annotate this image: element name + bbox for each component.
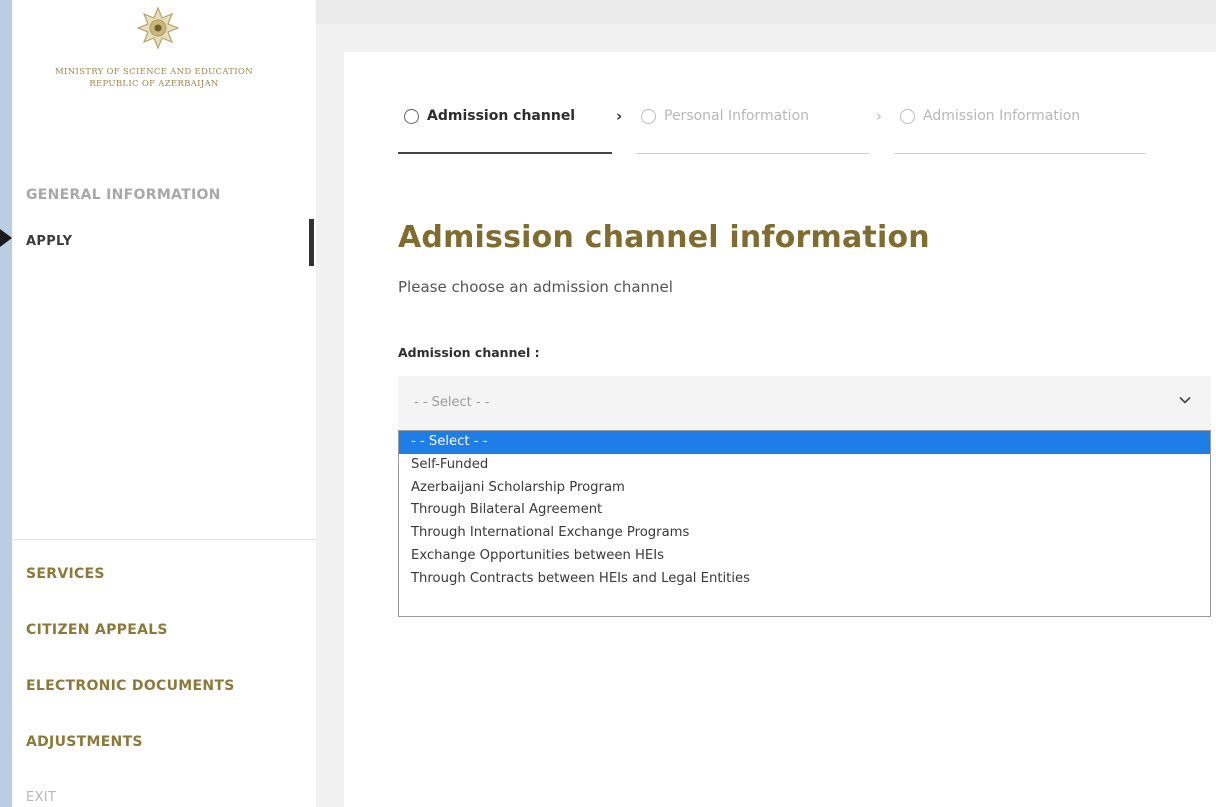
circle-icon	[641, 108, 656, 124]
nav-electronic-documents[interactable]: ELECTRONIC DOCUMENTS	[26, 678, 235, 694]
chevron-right-icon: ›	[876, 107, 882, 125]
circle-icon	[900, 108, 915, 124]
nav-divider	[12, 539, 316, 540]
nav-apply[interactable]: APPLY	[26, 234, 72, 249]
page-top-strip	[316, 0, 1216, 24]
circle-icon	[404, 108, 419, 124]
option-exchange-between-heis[interactable]: Exchange Opportunities between HEIs	[399, 545, 1210, 568]
step-admission-information[interactable]: Admission Information	[900, 108, 1080, 124]
admission-channel-label: Admission channel :	[398, 345, 540, 360]
step-admission-channel[interactable]: Admission channel	[404, 108, 575, 124]
option-bilateral-agreement[interactable]: Through Bilateral Agreement	[399, 499, 1210, 522]
step-underline	[894, 153, 1146, 154]
step-underline	[636, 153, 869, 154]
step-label: Personal Information	[664, 108, 810, 124]
step-label: Admission channel	[427, 108, 576, 124]
step-underline-active	[398, 152, 612, 154]
active-nav-indicator	[309, 219, 314, 266]
chevron-right-icon: ›	[616, 107, 623, 125]
admission-channel-options: - - Select - - Self-Funded Azerbaijani S…	[398, 430, 1211, 617]
arrow-right-icon	[0, 229, 12, 247]
ministry-line-1: Ministry of Science and Education	[55, 67, 253, 77]
step-progress: Admission channel › Personal Information…	[398, 107, 1158, 158]
sidebar: Ministry of Science and Education Republ…	[12, 0, 316, 807]
nav-general-information[interactable]: GENERAL INFORMATION	[26, 187, 221, 203]
nav-citizen-appeals[interactable]: CITIZEN APPEALS	[26, 622, 168, 638]
option-international-exchange-programs[interactable]: Through International Exchange Programs	[399, 522, 1210, 545]
select-current-value: - - Select - -	[414, 395, 490, 410]
admission-channel-select[interactable]: - - Select - -	[398, 376, 1211, 431]
option-contracts-heis-legal-entities[interactable]: Through Contracts between HEIs and Legal…	[399, 568, 1210, 591]
state-emblem-icon	[136, 6, 180, 50]
nav-adjustments[interactable]: ADJUSTMENTS	[26, 734, 143, 750]
nav-exit[interactable]: EXIT	[26, 790, 56, 805]
option-self-funded[interactable]: Self-Funded	[399, 454, 1210, 477]
page-title: Admission channel information	[398, 220, 930, 255]
ministry-name: Ministry of Science and Education Republ…	[12, 66, 296, 90]
step-personal-information[interactable]: Personal Information	[641, 108, 809, 124]
page-subtitle: Please choose an admission channel	[398, 278, 673, 296]
nav-services[interactable]: SERVICES	[26, 566, 105, 582]
chevron-down-icon[interactable]	[1177, 392, 1193, 408]
ministry-line-2: Republic of Azerbaijan	[89, 79, 219, 89]
option-select[interactable]: - - Select - -	[399, 431, 1210, 454]
option-azerbaijani-scholarship-program[interactable]: Azerbaijani Scholarship Program	[399, 477, 1210, 500]
step-label: Admission Information	[923, 108, 1081, 124]
